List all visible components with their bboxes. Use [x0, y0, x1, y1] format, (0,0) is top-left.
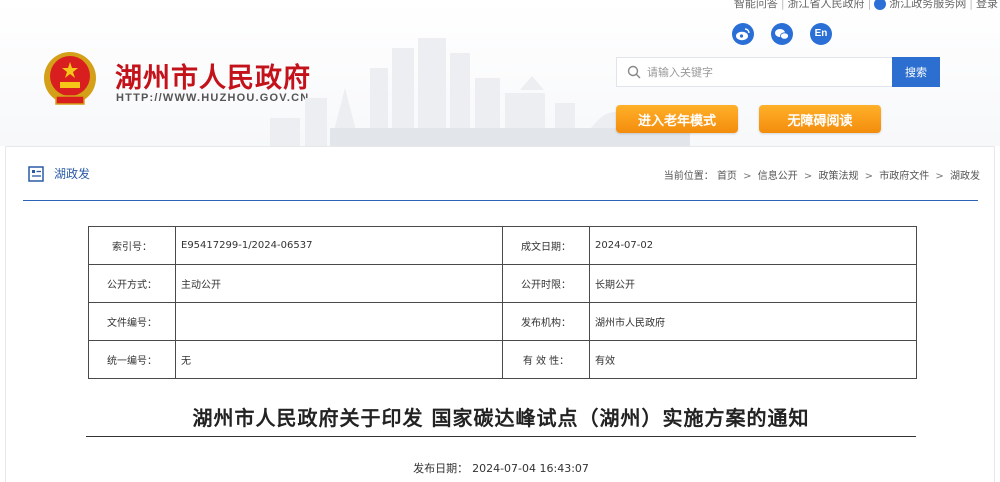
breadcrumb-item-info[interactable]: 信息公开 — [758, 171, 798, 182]
breadcrumb-item-home[interactable]: 首页 — [717, 171, 737, 182]
elder-mode-button[interactable]: 进入老年模式 — [616, 105, 738, 133]
search-box — [616, 57, 892, 87]
index-number-value: E95417299-1/2024-06537 — [175, 226, 503, 265]
issuing-agency-value: 湖州市人民政府 — [589, 302, 917, 341]
accessibility-button[interactable]: 无障碍阅读 — [759, 105, 881, 133]
issuing-agency-label: 发布机构： — [502, 302, 590, 341]
breadcrumb-item-city-docs[interactable]: 市政府文件 — [879, 171, 929, 182]
validity-label: 有 效 性： — [502, 340, 590, 379]
disclosure-method-label: 公开方式： — [88, 264, 176, 303]
breadcrumb-item-current[interactable]: 湖政发 — [950, 171, 980, 182]
login-link[interactable]: 登录 — [976, 0, 998, 11]
document-title: 湖州市人民政府关于印发 国家碳达峰试点（湖州）实施方案的通知 — [192, 406, 810, 430]
zhejiang-gov-link[interactable]: 浙江省人民政府 — [788, 0, 865, 11]
disclosure-period-value: 长期公开 — [589, 264, 917, 303]
weibo-icon[interactable] — [732, 23, 754, 45]
disclosure-period-label: 公开时限： — [502, 264, 590, 303]
document-list-icon — [28, 165, 44, 182]
table-row: 文件编号： 发布机构： 湖州市人民政府 — [88, 302, 917, 341]
section-title: 湖政发 — [28, 165, 90, 182]
table-row: 统一编号： 无 有 效 性： 有效 — [88, 340, 917, 379]
smart-qa-link[interactable]: 智能问答 — [734, 0, 778, 11]
publish-date-value: 2024-07-04 16:43:07 — [472, 462, 589, 475]
national-emblem-icon — [44, 52, 96, 105]
english-site-button[interactable]: En — [810, 23, 832, 45]
search-input[interactable] — [647, 65, 867, 79]
document-number-label: 文件编号： — [88, 302, 176, 341]
breadcrumb-prefix: 当前位置： — [663, 171, 714, 182]
publish-date-label: 发布日期： — [413, 462, 469, 475]
breadcrumb-item-policy[interactable]: 政策法规 — [818, 171, 858, 182]
publish-date: 发布日期： 2024-07-04 16:43:07 — [6, 460, 996, 476]
section-divider — [23, 200, 978, 201]
top-utility-bar: 智能问答 | 浙江省人民政府 | 浙江政务服务网 | 登录 — [734, 0, 998, 11]
disclosure-method-value: 主动公开 — [175, 264, 503, 303]
table-row: 索引号： E95417299-1/2024-06537 成文日期： 2024-0… — [88, 226, 917, 265]
written-date-value: 2024-07-02 — [589, 226, 917, 265]
content-card: 湖政发 当前位置： 首页 > 信息公开 > 政策法规 > 市政府文件 > 湖政发… — [5, 146, 995, 482]
document-info-table: 索引号： E95417299-1/2024-06537 成文日期： 2024-0… — [88, 226, 917, 379]
index-number-label: 索引号： — [88, 226, 176, 265]
search-button[interactable]: 搜索 — [892, 57, 940, 87]
breadcrumb: 当前位置： 首页 > 信息公开 > 政策法规 > 市政府文件 > 湖政发 — [663, 171, 980, 182]
written-date-label: 成文日期： — [502, 226, 590, 265]
unified-number-label: 统一编号： — [88, 340, 176, 379]
site-header: 智能问答 | 浙江省人民政府 | 浙江政务服务网 | 登录 En 湖州市人民政府… — [0, 0, 1000, 146]
social-links: En — [732, 23, 832, 45]
wechat-icon[interactable] — [771, 23, 793, 45]
gov-service-icon — [874, 0, 887, 10]
unified-number-value: 无 — [175, 340, 503, 379]
document-number-value — [175, 302, 503, 341]
validity-value: 有效 — [589, 340, 917, 379]
title-divider — [86, 436, 916, 437]
section-title-label[interactable]: 湖政发 — [54, 165, 90, 182]
table-row: 公开方式： 主动公开 公开时限： 长期公开 — [88, 264, 917, 303]
zhejiang-service-link[interactable]: 浙江政务服务网 — [889, 0, 966, 11]
search-icon — [627, 65, 641, 79]
